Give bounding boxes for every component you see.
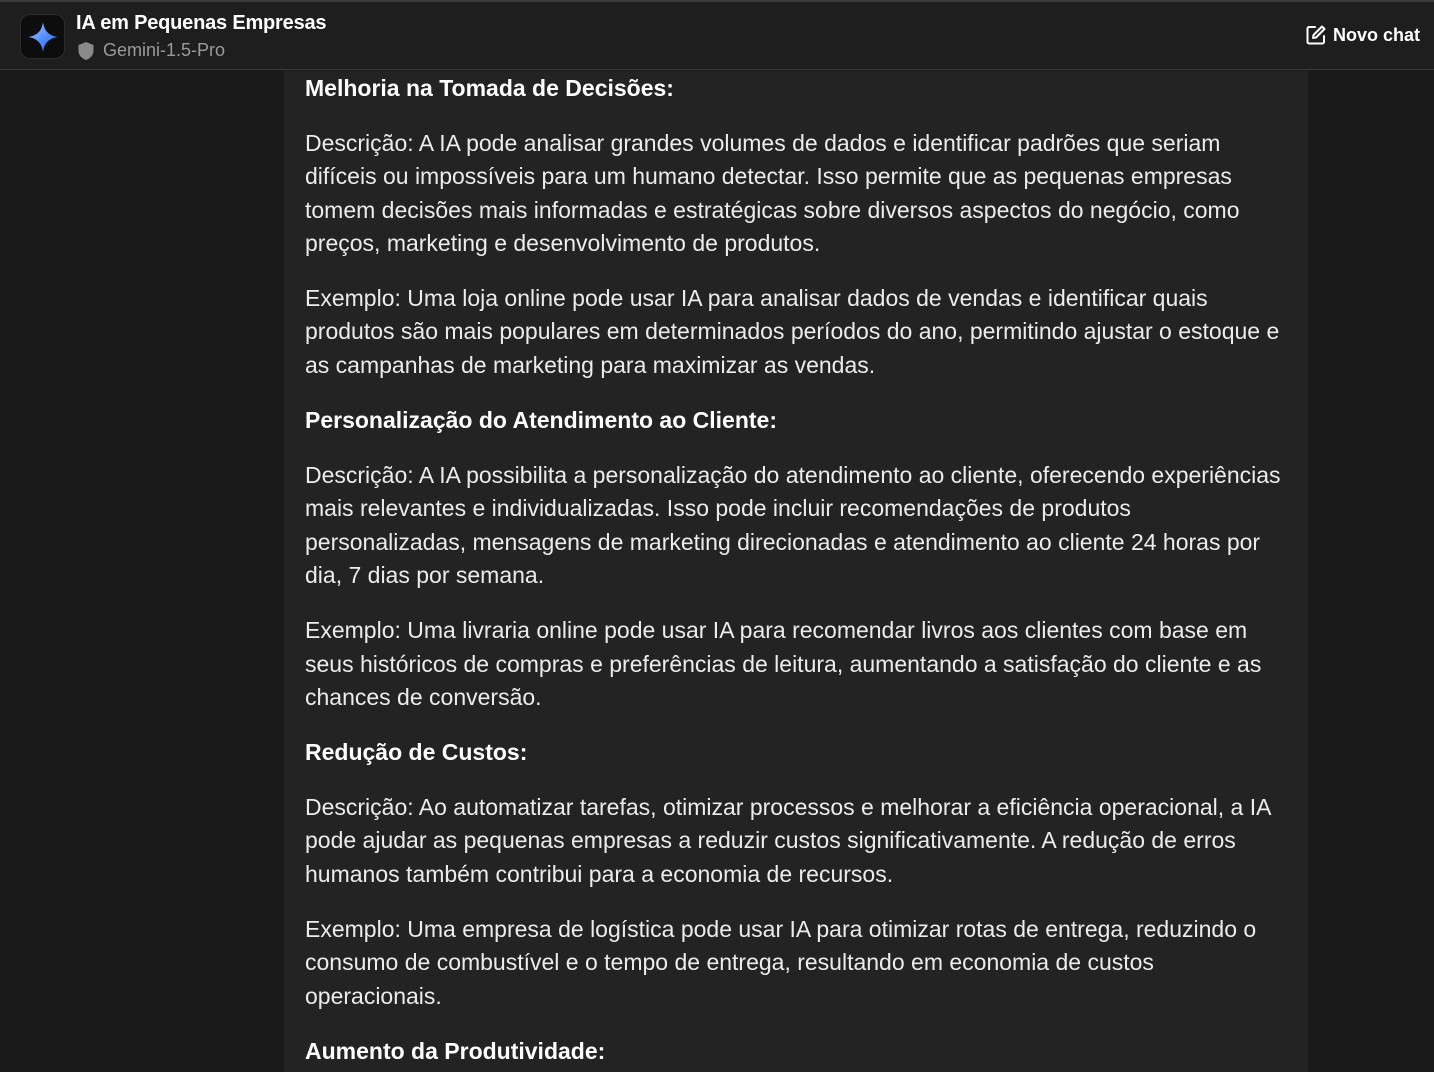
section-heading: Aumento da Produtividade: [305, 1037, 606, 1064]
section-heading: Melhoria na Tomada de Decisões: [305, 75, 674, 101]
section-example: Exemplo: Uma livraria online pode usar I… [305, 617, 1262, 710]
message-body: Melhoria na Tomada de Decisões: Descriçã… [284, 72, 1308, 1068]
new-chat-label: Novo chat [1332, 24, 1420, 45]
new-chat-button[interactable]: Novo chat [1305, 24, 1420, 46]
section-example: Exemplo: Uma loja online pode usar IA pa… [305, 285, 1280, 378]
section-example: Exemplo: Uma empresa de logística pode u… [305, 916, 1257, 1009]
shield-icon [78, 41, 94, 60]
section-description: Descrição: A IA pode analisar grandes vo… [305, 130, 1240, 256]
chat-title: IA em Pequenas Empresas [76, 12, 327, 34]
section-heading: Personalização do Atendimento ao Cliente… [305, 407, 778, 434]
section-description: Descrição: A IA possibilita a personaliz… [305, 462, 1281, 588]
gemini-sparkle-icon [27, 21, 58, 52]
bot-message: Melhoria na Tomada de Decisões: Descriçã… [284, 71, 1308, 1072]
bot-avatar[interactable] [20, 14, 65, 59]
section-description: Descrição: Ao automatizar tarefas, otimi… [305, 794, 1271, 887]
model-name: Gemini-1.5-Pro [103, 40, 226, 60]
chat-header: IA em Pequenas Empresas Gemini-1.5-Pro N… [0, 2, 1434, 70]
model-indicator[interactable]: Gemini-1.5-Pro [77, 40, 225, 61]
section-heading: Redução de Custos: [305, 739, 528, 766]
edit-icon [1306, 25, 1326, 45]
